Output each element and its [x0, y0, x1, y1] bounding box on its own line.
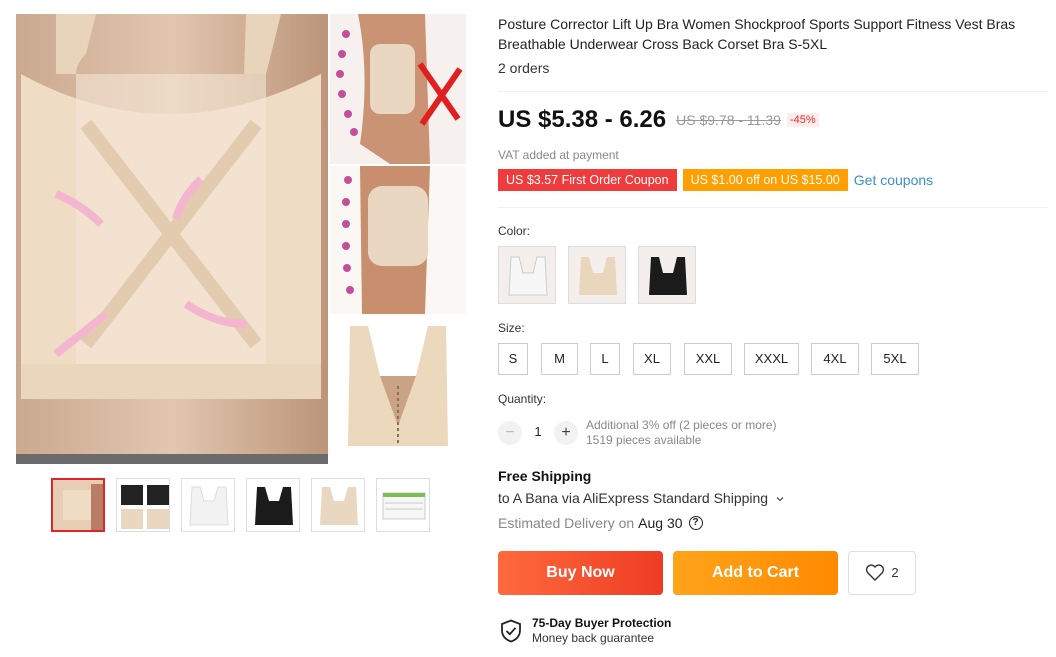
size-option-xl[interactable]: XL: [633, 343, 671, 375]
side-image-bad-posture[interactable]: [330, 14, 466, 164]
shipping-method[interactable]: to A Bana via AliExpress Standard Shippi…: [498, 490, 785, 506]
color-option-nude[interactable]: [568, 246, 626, 304]
heart-icon: [866, 564, 885, 581]
wishlist-button[interactable]: 2: [848, 551, 916, 595]
quantity-label: Quantity:: [498, 392, 547, 406]
quantity-info: Additional 3% off (2 pieces or more) 151…: [586, 418, 777, 448]
first-order-coupon[interactable]: US $3.57 First Order Coupon: [498, 169, 677, 191]
quantity-increment-button[interactable]: +: [554, 421, 578, 445]
size-option-xxxl[interactable]: XXXL: [744, 343, 799, 375]
coupon-row: US $3.57 First Order Coupon US $1.00 off…: [498, 169, 933, 191]
thumbnail-2[interactable]: [116, 478, 170, 532]
discount-badge: -45%: [786, 113, 819, 127]
size-option-4xl[interactable]: 4XL: [811, 343, 859, 375]
size-label: Size:: [498, 321, 525, 335]
thumbnail-4[interactable]: [246, 478, 300, 532]
buyer-protection-title: 75-Day Buyer Protection: [532, 616, 672, 630]
size-option-s[interactable]: S: [498, 343, 528, 375]
size-option-l[interactable]: L: [590, 343, 620, 375]
shipping-method-text: to A Bana via AliExpress Standard Shippi…: [498, 490, 769, 506]
buyer-protection: 75-Day Buyer Protection Money back guara…: [500, 616, 671, 646]
shield-check-icon: [501, 619, 521, 643]
side-image-good-posture[interactable]: [330, 166, 466, 314]
add-to-cart-button[interactable]: Add to Cart: [673, 551, 838, 595]
bulk-offer-text: Additional 3% off (2 pieces or more): [586, 418, 777, 432]
thumbnail-5[interactable]: [311, 478, 365, 532]
delivery-label: Estimated Delivery on: [498, 515, 635, 531]
buy-now-button[interactable]: Buy Now: [498, 551, 663, 595]
quantity-value[interactable]: 1: [528, 424, 548, 439]
thumbnail-3[interactable]: [181, 478, 235, 532]
color-label: Color:: [498, 224, 531, 238]
vat-note: VAT added at payment: [498, 148, 619, 162]
divider: [498, 207, 1048, 208]
size-option-xxl[interactable]: XXL: [684, 343, 732, 375]
size-option-m[interactable]: M: [541, 343, 578, 375]
help-icon[interactable]: ?: [688, 516, 703, 530]
estimated-delivery: Estimated Delivery on Aug 30 ?: [498, 515, 703, 531]
delivery-date: Aug 30: [638, 515, 683, 531]
orders-count: 2 orders: [498, 60, 550, 76]
thumbnail-6[interactable]: [376, 478, 430, 532]
color-option-white[interactable]: [498, 246, 556, 304]
buyer-protection-subtitle: Money back guarantee: [532, 631, 655, 645]
get-coupons-link[interactable]: Get coupons: [854, 172, 933, 188]
color-option-black[interactable]: [638, 246, 696, 304]
thumbnail-1[interactable]: [51, 478, 105, 532]
store-coupon[interactable]: US $1.00 off on US $15.00: [682, 169, 848, 191]
product-title: Posture Corrector Lift Up Bra Women Shoc…: [498, 16, 1016, 52]
main-product-image[interactable]: [16, 14, 328, 464]
side-image-front-closure[interactable]: [330, 316, 466, 464]
price-row: US $5.38 - 6.26 US $9.78 - 11.39 -45%: [498, 106, 819, 134]
divider: [498, 91, 1048, 92]
chevron-down-icon: [776, 497, 784, 502]
stock-available-text: 1519 pieces available: [586, 433, 702, 447]
wishlist-count: 2: [891, 565, 899, 580]
size-option-5xl[interactable]: 5XL: [871, 343, 919, 375]
current-price: US $5.38 - 6.26: [498, 106, 667, 133]
quantity-decrement-button[interactable]: −: [498, 421, 522, 445]
original-price: US $9.78 - 11.39: [676, 112, 781, 128]
shipping-title: Free Shipping: [498, 468, 592, 484]
